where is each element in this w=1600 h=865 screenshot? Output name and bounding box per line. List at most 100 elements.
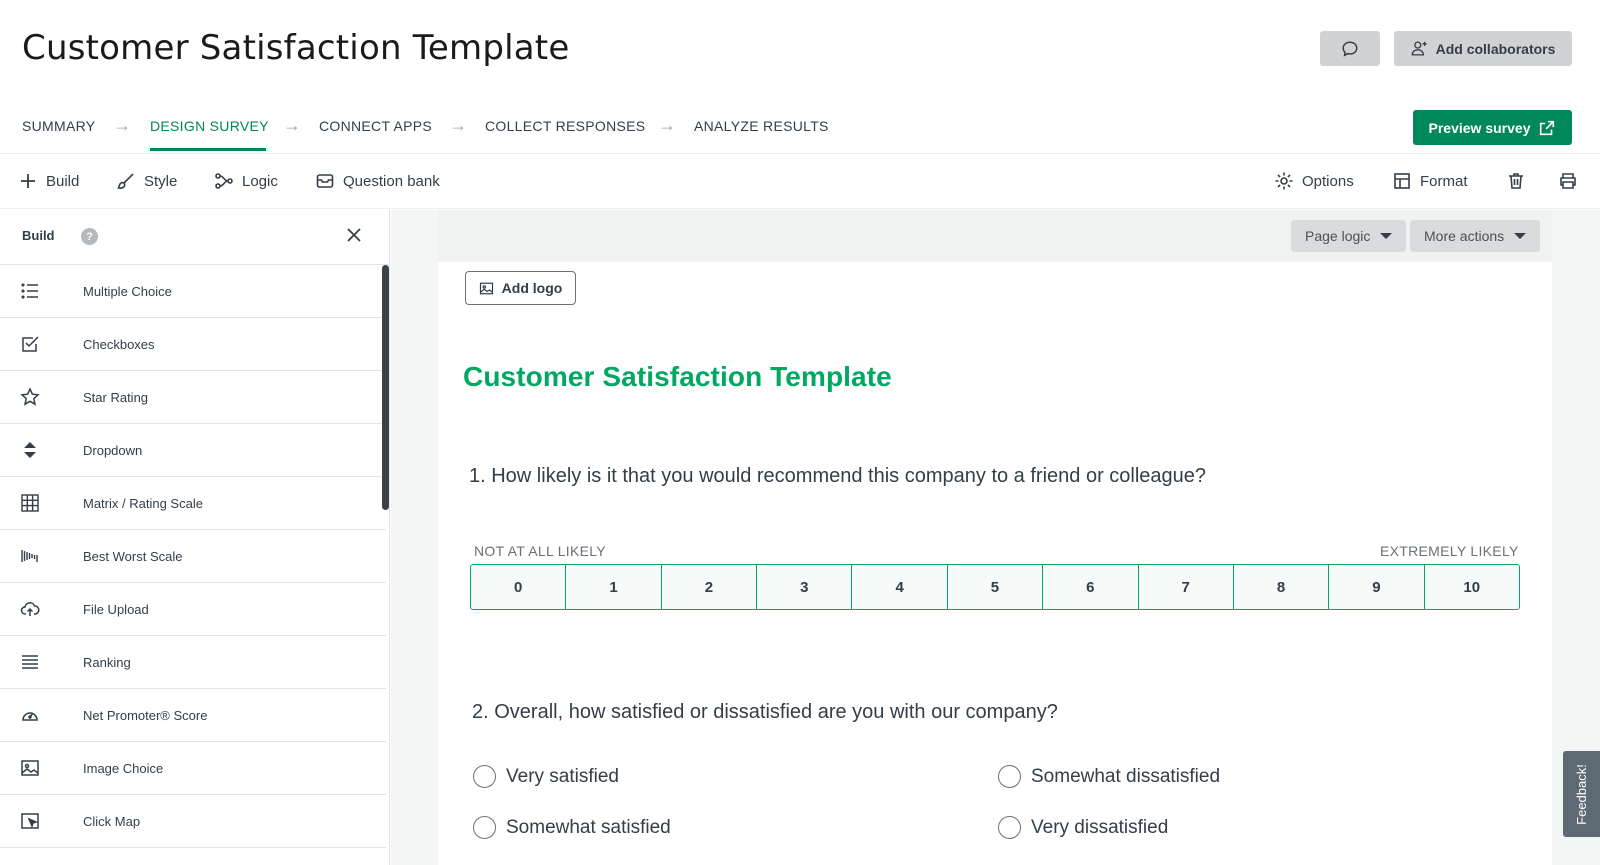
nps-option-4[interactable]: 4 [852, 565, 948, 609]
step-analyze-results[interactable]: ANALYZE RESULTS [694, 118, 829, 134]
arrow-right-icon: → [449, 115, 467, 135]
sidebar-header: Build ? [0, 210, 389, 265]
style-tool-label: Style [144, 172, 178, 190]
image-icon [21, 760, 39, 776]
question-type-checkboxes[interactable]: Checkboxes [0, 318, 386, 371]
question-type-label: Star Rating [83, 390, 149, 405]
arrow-right-icon: → [113, 115, 131, 135]
add-collaborators-label: Add collaborators [1435, 40, 1556, 57]
question-type-label: Click Map [83, 814, 141, 829]
format-tool[interactable]: Format [1392, 171, 1468, 191]
nps-option-9[interactable]: 9 [1329, 565, 1425, 609]
build-tool-label: Build [46, 172, 80, 190]
step-collect-responses[interactable]: COLLECT RESPONSES [485, 118, 645, 134]
option-somewhat-dissatisfied[interactable]: Somewhat dissatisfied [998, 765, 1220, 788]
question-bank-tool[interactable]: Question bank [315, 171, 440, 191]
click-map-icon [21, 813, 39, 829]
printer-icon [1560, 173, 1576, 189]
nps-option-6[interactable]: 6 [1043, 565, 1139, 609]
question-type-dropdown[interactable]: Dropdown [0, 424, 386, 477]
nps-option-5[interactable]: 5 [947, 565, 1044, 609]
close-icon[interactable] [346, 227, 362, 243]
caret-down-icon [1514, 233, 1527, 239]
question-type-file-upload[interactable]: File Upload [0, 583, 386, 636]
question-type-label: Net Promoter® Score [83, 708, 208, 723]
logic-branch-icon [215, 173, 233, 189]
plus-icon [21, 174, 35, 188]
more-actions-button[interactable]: More actions [1410, 220, 1541, 252]
nps-low-label: NOT AT ALL LIKELY [474, 543, 606, 559]
nps-high-label: EXTREMELY LIKELY [1380, 543, 1519, 559]
feedback-label: Feedback! [1574, 763, 1590, 825]
delete-button[interactable] [1506, 171, 1526, 191]
nps-option-7[interactable]: 7 [1138, 565, 1234, 609]
logic-tool[interactable]: Logic [214, 171, 278, 191]
style-tool[interactable]: Style [116, 171, 177, 191]
question-type-label: Multiple Choice [83, 284, 172, 299]
sidebar-scrollbar[interactable] [382, 265, 389, 510]
nps-option-2[interactable]: 2 [661, 565, 758, 609]
option-label: Very satisfied [506, 765, 619, 787]
question-type-label: Best Worst Scale [83, 549, 183, 564]
ranking-icon [22, 655, 38, 669]
add-user-icon [1411, 41, 1427, 56]
nps-option-10[interactable]: 10 [1424, 565, 1519, 609]
nps-option-8[interactable]: 8 [1233, 565, 1330, 609]
help-icon[interactable]: ? [81, 228, 98, 245]
question-type-multiple-choice[interactable]: Multiple Choice [0, 265, 386, 318]
question-bank-label: Question bank [343, 172, 440, 190]
grid-icon [21, 494, 39, 512]
radio-button[interactable] [998, 765, 1021, 788]
option-very-satisfied[interactable]: Very satisfied [473, 765, 619, 788]
question-type-label: Dropdown [83, 443, 143, 458]
arrow-right-icon: → [283, 115, 301, 135]
add-collaborators-button[interactable]: Add collaborators [1394, 31, 1572, 66]
step-summary[interactable]: SUMMARY [22, 118, 95, 134]
best-worst-icon [21, 550, 38, 562]
option-very-dissatisfied[interactable]: Very dissatisfied [998, 816, 1168, 839]
steps-nav: SUMMARY → DESIGN SURVEY → CONNECT APPS →… [0, 100, 1600, 154]
nps-option-0[interactable]: 0 [471, 565, 567, 609]
question-type-net-promoter-score[interactable]: Net Promoter® Score [0, 689, 386, 742]
nps-option-1[interactable]: 1 [566, 565, 662, 609]
comment-button[interactable] [1320, 31, 1380, 66]
build-tool[interactable]: Build [18, 171, 79, 191]
option-somewhat-satisfied[interactable]: Somewhat satisfied [473, 816, 671, 839]
question-type-label: Image Choice [83, 761, 164, 776]
radio-button[interactable] [998, 816, 1021, 839]
question-type-star-rating[interactable]: Star Rating [0, 371, 386, 424]
add-logo-button[interactable]: Add logo [465, 271, 576, 305]
header: Customer Satisfaction Template Add colla… [0, 0, 1600, 100]
question-type-label: Checkboxes [83, 337, 155, 352]
option-label: Somewhat satisfied [506, 816, 671, 838]
dropdown-icon [24, 442, 36, 458]
radio-button[interactable] [473, 765, 496, 788]
question-type-ranking[interactable]: Ranking [0, 636, 386, 689]
trash-icon [1509, 173, 1523, 189]
gauge-icon [22, 712, 38, 721]
options-tool[interactable]: Options [1274, 171, 1354, 191]
option-label: Very dissatisfied [1031, 816, 1169, 838]
arrow-right-icon: → [658, 115, 676, 135]
radio-button[interactable] [473, 816, 496, 839]
question-1-text[interactable]: 1. How likely is it that you would recom… [469, 465, 1206, 488]
step-connect-apps[interactable]: CONNECT APPS [319, 118, 432, 134]
survey-title[interactable]: Customer Satisfaction Template [463, 361, 892, 393]
question-type-image-choice[interactable]: Image Choice [0, 742, 386, 795]
preview-survey-label: Preview survey [1428, 119, 1531, 136]
page-logic-button[interactable]: Page logic [1291, 220, 1407, 252]
question-type-best-worst-scale[interactable]: Best Worst Scale [0, 530, 386, 583]
preview-survey-button[interactable]: Preview survey [1413, 110, 1572, 145]
question-type-matrix-rating-scale[interactable]: Matrix / Rating Scale [0, 477, 386, 530]
add-logo-label: Add logo [501, 280, 563, 296]
feedback-tab[interactable]: Feedback! [1563, 751, 1600, 837]
nps-option-3[interactable]: 3 [757, 565, 853, 609]
active-step-indicator [150, 148, 266, 151]
step-design-survey[interactable]: DESIGN SURVEY [150, 118, 269, 134]
print-button[interactable] [1558, 171, 1578, 191]
logic-tool-label: Logic [242, 172, 278, 190]
question-type-click-map[interactable]: Click Map [0, 795, 386, 848]
question-2-text[interactable]: 2. Overall, how satisfied or dissatisfie… [472, 701, 1058, 724]
image-icon [479, 282, 493, 294]
list-icon [21, 283, 38, 299]
